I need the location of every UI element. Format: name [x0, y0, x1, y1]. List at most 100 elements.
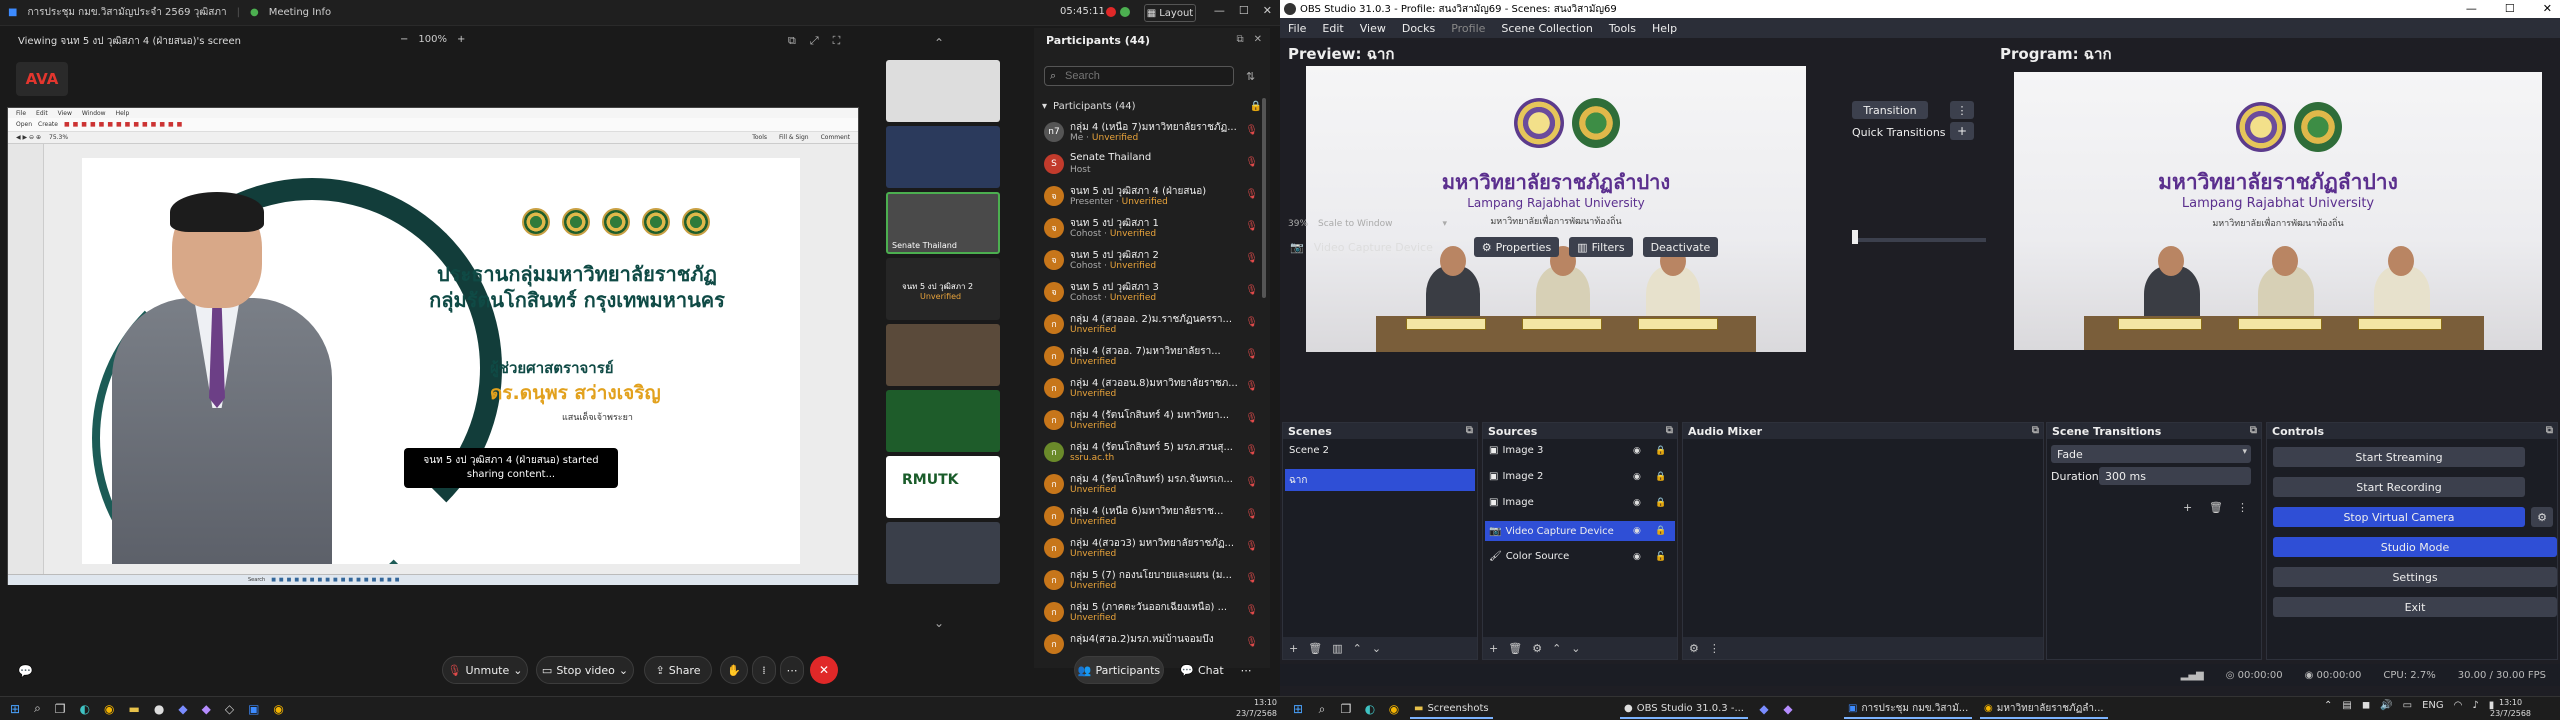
mic-muted-icon[interactable]: 🎙 — [1245, 189, 1258, 200]
participant-row[interactable]: กกลุ่ม 4(สวอว3) มหาวิทยาลัยราชภัฏ... Unve… — [1034, 532, 1270, 564]
source-item-video-capture[interactable]: 📷 Video Capture Device ◉ 🔒 — [1485, 521, 1675, 541]
close-icon[interactable]: ✕ — [2543, 2, 2552, 15]
scene-item-scene-2[interactable]: Scene 2 — [1285, 443, 1475, 458]
apps-button[interactable]: ⁞ — [752, 656, 776, 684]
dock-float-icon[interactable]: ⧉ — [1666, 425, 1673, 436]
more-vertical-icon[interactable]: ⋮ — [2237, 501, 2248, 514]
participant-row[interactable]: จจนท 5 งป วุฒิสภา 2 Cohost · Unverified 🎙 — [1034, 244, 1270, 276]
taskbar-app-screenshots[interactable]: ▬ Screenshots — [1410, 699, 1493, 719]
sort-icon[interactable]: ⇅ — [1246, 70, 1255, 83]
properties-button[interactable]: ⚙ Properties — [1473, 237, 1560, 257]
participants-search-input[interactable] — [1044, 66, 1234, 86]
eye-icon[interactable]: ◉ — [1633, 498, 1641, 508]
source-item-image-3[interactable]: ▣ Image 3 ◉ 🔒 — [1485, 443, 1675, 458]
chrome-icon[interactable]: ◉ — [273, 702, 283, 716]
participants-button[interactable]: 👥 Participants — [1074, 656, 1164, 684]
plus-icon[interactable]: + — [2183, 501, 2192, 514]
zoom-out-icon[interactable]: − — [400, 34, 408, 45]
app-icon[interactable]: ◆ — [1756, 701, 1772, 717]
meeting-info-link[interactable]: Meeting Info — [269, 7, 331, 18]
participant-row[interactable]: กกลุ่ม 5 (ภาคตะวันออกเฉียงเหนือ) ... Unve… — [1034, 596, 1270, 628]
battery-icon[interactable]: ▭ — [2403, 700, 2412, 711]
menu-profile[interactable]: Profile — [1451, 22, 1485, 35]
menu-file[interactable]: File — [1288, 22, 1306, 35]
participant-row[interactable]: จจนท 5 งป วุฒิสภา 4 (ฝ่ายสนอ) Presenter ·… — [1034, 180, 1270, 212]
edge-icon[interactable]: ◐ — [80, 702, 90, 716]
mic-muted-icon[interactable]: 🎙 — [1245, 349, 1258, 360]
shared-screen[interactable]: File Edit View Window Help Open Create ■… — [7, 107, 859, 585]
unmute-button[interactable]: 🎙 Unmute ⌄ — [442, 656, 528, 684]
menu-edit[interactable]: Edit — [1322, 22, 1343, 35]
participant-row[interactable]: กกลุ่ม 5 (7) กองนโยบายและแผน (ม... Unveri… — [1034, 564, 1270, 596]
mic-muted-icon[interactable]: 🎙 — [1245, 221, 1258, 232]
obs-icon[interactable]: ● — [154, 702, 164, 716]
panel-more-button[interactable]: ⋯ — [1236, 656, 1256, 684]
windows-start-icon[interactable]: ⊞ — [10, 702, 20, 716]
settings-button[interactable]: Settings — [2273, 567, 2557, 587]
chevron-down-icon[interactable]: ⌄ — [1372, 642, 1381, 655]
chevron-up-icon[interactable]: ⌃ — [2324, 700, 2332, 711]
task-view-icon[interactable]: ❐ — [55, 702, 66, 716]
mic-muted-icon[interactable]: 🎙 — [1245, 573, 1258, 584]
close-icon[interactable]: ✕ — [1263, 4, 1272, 17]
video-thumbnail[interactable]: RMUTK — [886, 456, 1000, 518]
source-item-color[interactable]: 🖌 Color Source ◉ 🔓 — [1485, 549, 1675, 564]
reactions-icon[interactable]: 💬 — [18, 664, 33, 678]
video-thumbnail[interactable] — [886, 60, 1000, 122]
fullscreen-icon[interactable]: ⛶ — [833, 34, 841, 48]
participant-row[interactable]: กกลุ่ม 4 (สวออน.8)มหาวิทยาลัยราชภ... Unve… — [1034, 372, 1270, 404]
dock-float-icon[interactable]: ⧉ — [2032, 425, 2039, 436]
transition-more-button[interactable]: ⋮ — [1950, 101, 1974, 119]
input-language[interactable]: ENG — [2422, 700, 2444, 711]
scene-item-chak[interactable]: ฉาก — [1285, 469, 1475, 491]
mic-muted-icon[interactable]: 🎙 — [1245, 285, 1258, 296]
taskbar-app-chrome[interactable]: ◉ มหาวิทยาลัยราชภัฏลำ... — [1980, 699, 2108, 719]
more-vertical-icon[interactable]: ⋮ — [1709, 642, 1720, 655]
explorer-icon[interactable]: ▬ — [129, 702, 140, 716]
taskbar-app-obs[interactable]: ● OBS Studio 31.0.3 -... — [1620, 699, 1748, 719]
participant-row[interactable]: กกลุ่ม 4 (สวออ. 7)มหาวิทยาลัยรา... Unveri… — [1034, 340, 1270, 372]
video-thumbnail-active[interactable]: Senate Thailand — [886, 192, 1000, 254]
mic-muted-icon[interactable]: 🎙 — [1245, 157, 1258, 168]
mic-muted-icon[interactable]: 🎙 — [1245, 509, 1258, 520]
speaker-icon[interactable]: ♪ — [2472, 700, 2478, 711]
mic-muted-icon[interactable]: 🎙 — [1245, 253, 1258, 264]
source-item-image[interactable]: ▣ Image ◉ 🔒 — [1485, 495, 1675, 510]
scale-mode-select[interactable]: Scale to Window — [1318, 219, 1392, 229]
chevron-up-icon[interactable]: ⌃ — [934, 36, 944, 50]
zoom-in-icon[interactable]: + — [457, 34, 465, 45]
network-icon[interactable]: ▤ — [2342, 700, 2351, 711]
deactivate-button[interactable]: Deactivate — [1642, 237, 1719, 257]
close-icon[interactable]: ✕ — [1254, 34, 1262, 45]
video-thumbnail[interactable] — [886, 324, 1000, 386]
video-thumbnail[interactable]: จนท 5 งป วุฒิสภา 2 Unverified — [886, 258, 1000, 320]
participant-row[interactable]: n7 กลุ่ม 4 (เหนือ 7)มหาวิทยาลัยราชภัฏ... M… — [1034, 116, 1270, 148]
filters-button[interactable]: ▥ Filters — [1569, 237, 1633, 257]
gear-icon[interactable]: ⚙ — [1532, 642, 1542, 655]
app-icon[interactable]: ◇ — [225, 702, 234, 716]
lock-icon[interactable]: 🔒 — [1655, 446, 1666, 456]
virtual-camera-config-button[interactable]: ⚙ — [2531, 507, 2553, 527]
chevron-up-icon[interactable]: ⌃ — [1353, 642, 1362, 655]
plus-icon[interactable]: + — [1489, 642, 1498, 655]
trash-icon[interactable]: 🗑 — [1308, 642, 1322, 655]
pop-out-icon[interactable]: ⧉ — [1236, 34, 1243, 45]
task-view-icon[interactable]: ❐ — [1338, 701, 1354, 717]
transition-type-select[interactable]: Fade ▾ — [2051, 445, 2251, 463]
gear-icon[interactable]: ⚙ — [1689, 642, 1699, 655]
lock-icon[interactable]: 🔒 — [1655, 472, 1666, 482]
add-quick-transition-button[interactable]: + — [1950, 122, 1974, 140]
video-thumbnail[interactable] — [886, 390, 1000, 452]
preview-video[interactable]: มหาวิทยาลัยราชภัฏลำปาง Lampang Rajabhat … — [1306, 66, 1806, 352]
stop-virtual-camera-button[interactable]: Stop Virtual Camera — [2273, 507, 2525, 527]
transition-button[interactable]: Transition — [1852, 101, 1928, 119]
chevron-down-icon[interactable]: ⌄ — [1571, 642, 1580, 655]
filter-icon[interactable]: ▥ — [1332, 642, 1342, 655]
mic-muted-icon[interactable]: 🎙 — [1245, 413, 1258, 424]
shield-icon[interactable]: ● — [250, 7, 259, 18]
mic-muted-icon[interactable]: 🎙 — [1245, 477, 1258, 488]
participant-row[interactable]: กกลุ่ม 4 (รัตนโกสินทร์ 4) มหาวิทยา... Unv… — [1034, 404, 1270, 436]
maximize-icon[interactable]: ☐ — [1239, 4, 1249, 17]
participant-row[interactable]: กกลุ่ม 4 (รัตนโกสินทร์) มรภ.จันทรเก... Un… — [1034, 468, 1270, 500]
layout-button[interactable]: ▦ Layout — [1144, 4, 1196, 22]
